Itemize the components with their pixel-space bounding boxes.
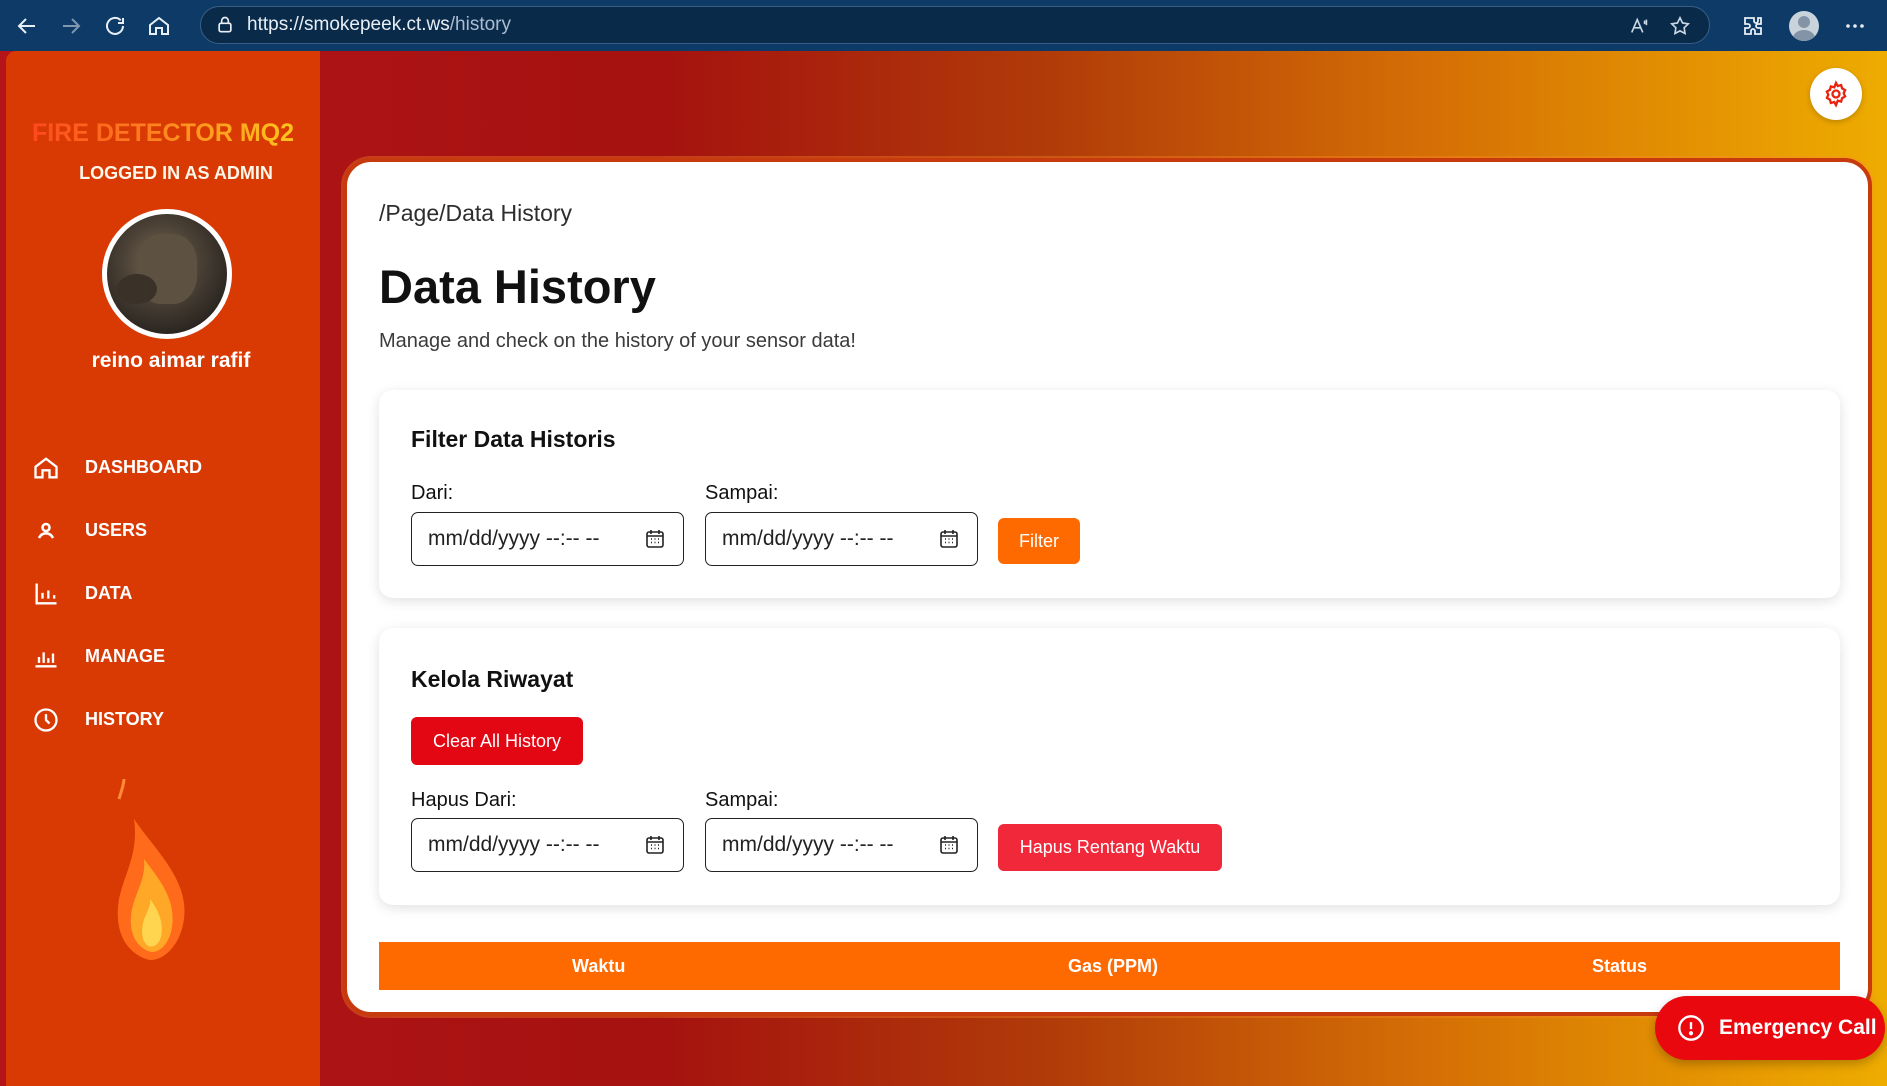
sidebar-item-label: USERS xyxy=(85,520,148,540)
filter-to-label: Sampai: xyxy=(705,482,779,504)
page-title: Data History xyxy=(379,260,656,313)
brand-title: FIRE DETECTOR MQ2 xyxy=(6,119,320,148)
clock-icon xyxy=(31,705,61,735)
url-host: https://smokepeek.ct.ws xyxy=(247,14,450,35)
address-bar[interactable]: https://smokepeek.ct.ws/history xyxy=(200,6,1710,44)
filter-panel-title: Filter Data Historis xyxy=(411,426,616,452)
column-header-waktu[interactable]: Waktu xyxy=(572,956,625,977)
browser-toolbar: https://smokepeek.ct.ws/history xyxy=(0,0,1887,51)
sidebar-item-users[interactable]: USERS xyxy=(31,499,316,562)
url-text: https://smokepeek.ct.ws/history xyxy=(247,14,511,36)
calendar-icon[interactable] xyxy=(645,529,665,549)
column-header-status[interactable]: Status xyxy=(1592,956,1647,977)
column-header-gas[interactable]: Gas (PPM) xyxy=(1068,956,1158,977)
delete-from-input[interactable]: mm/dd/yyyy --:-- -- xyxy=(411,818,684,872)
sidebar-item-history[interactable]: HISTORY xyxy=(31,688,316,751)
read-aloud-icon[interactable] xyxy=(1629,15,1651,37)
filter-from-label: Dari: xyxy=(411,482,454,504)
delete-to-input[interactable]: mm/dd/yyyy --:-- -- xyxy=(705,818,978,872)
sidebar-item-label: MANAGE xyxy=(85,646,165,666)
sidebar-item-label: DASHBOARD xyxy=(85,457,202,477)
delete-to-label: Sampai: xyxy=(705,789,779,811)
favorite-star-icon[interactable] xyxy=(1669,15,1691,37)
lock-icon xyxy=(218,16,232,33)
home-icon xyxy=(31,453,61,483)
filter-from-input[interactable]: mm/dd/yyyy --:-- -- xyxy=(411,512,684,566)
logged-in-label: LOGGED IN AS ADMIN xyxy=(79,163,273,183)
manage-history-panel: Kelola Riwayat Clear All History Hapus D… xyxy=(379,628,1840,905)
clear-all-history-button[interactable]: Clear All History xyxy=(411,717,583,765)
username: reino aimar rafif xyxy=(91,349,251,372)
history-table-header: Waktu Gas (PPM) Status xyxy=(379,942,1840,990)
emergency-call-label: Emergency Call xyxy=(1719,1016,1877,1039)
calendar-icon[interactable] xyxy=(645,835,665,855)
user-icon xyxy=(31,516,61,546)
sidebar-item-data[interactable]: DATA xyxy=(31,562,316,625)
main-card: /Page/Data History Data History Manage a… xyxy=(343,158,1872,1016)
alert-icon xyxy=(1678,1015,1704,1041)
refresh-icon[interactable] xyxy=(98,9,132,43)
equalizer-icon xyxy=(31,642,61,672)
filter-button[interactable]: Filter xyxy=(998,518,1080,564)
filter-from-value: mm/dd/yyyy --:-- -- xyxy=(428,527,600,550)
avatar xyxy=(102,209,232,339)
page-subtitle: Manage and check on the history of your … xyxy=(379,330,856,352)
extensions-icon[interactable] xyxy=(1741,14,1765,38)
delete-from-value: mm/dd/yyyy --:-- -- xyxy=(428,833,600,856)
delete-range-button[interactable]: Hapus Rentang Waktu xyxy=(998,824,1222,871)
breadcrumb: /Page/Data History xyxy=(379,200,573,226)
profile-avatar-icon[interactable] xyxy=(1789,10,1819,41)
bar-chart-icon xyxy=(31,579,61,609)
page-background: FIRE DETECTOR MQ2 LOGGED IN AS ADMIN rei… xyxy=(0,51,1887,1086)
sidebar-item-manage[interactable]: MANAGE xyxy=(31,625,316,688)
sidebar-item-label: HISTORY xyxy=(85,709,165,729)
emergency-call-button[interactable]: Emergency Call xyxy=(1655,996,1885,1060)
manage-panel-title: Kelola Riwayat xyxy=(411,666,574,692)
filter-panel: Filter Data Historis Dari: Sampai: mm/dd… xyxy=(379,390,1840,598)
home-browser-icon[interactable] xyxy=(142,9,176,43)
sidebar-menu: DASHBOARD USERS DATA MANAGE HISTORY xyxy=(31,436,316,751)
filter-to-value: mm/dd/yyyy --:-- -- xyxy=(722,527,894,550)
flame-icon xyxy=(117,779,185,960)
sidebar-item-dashboard[interactable]: DASHBOARD xyxy=(31,436,316,499)
url-path: /history xyxy=(449,14,511,35)
calendar-icon[interactable] xyxy=(939,529,959,549)
back-icon[interactable] xyxy=(10,9,44,43)
settings-button[interactable] xyxy=(1810,68,1862,120)
forward-icon[interactable] xyxy=(54,9,88,43)
calendar-icon[interactable] xyxy=(939,835,959,855)
gear-icon xyxy=(1825,80,1847,108)
filter-to-input[interactable]: mm/dd/yyyy --:-- -- xyxy=(705,512,978,566)
delete-to-value: mm/dd/yyyy --:-- -- xyxy=(722,833,894,856)
delete-from-label: Hapus Dari: xyxy=(411,789,517,811)
sidebar-item-label: DATA xyxy=(85,583,133,603)
sidebar: FIRE DETECTOR MQ2 LOGGED IN AS ADMIN rei… xyxy=(6,51,320,1086)
more-options-icon[interactable] xyxy=(1843,14,1867,38)
